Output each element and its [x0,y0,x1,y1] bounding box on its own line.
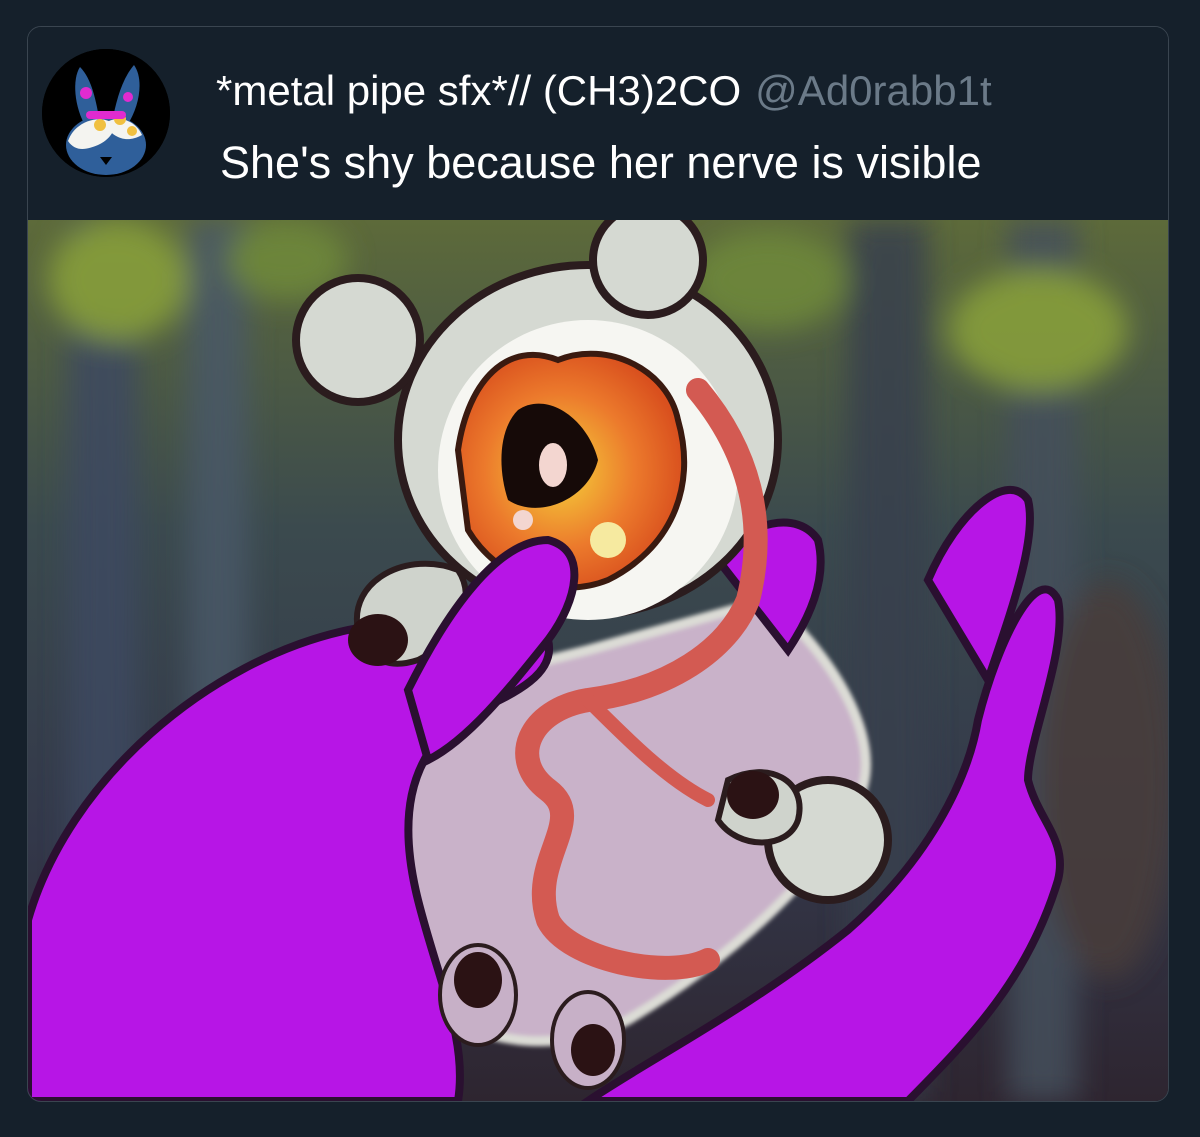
tweet-header: *metal pipe sfx*// (CH3)2CO @Ad0rabb1t Sh… [28,27,1168,220]
display-name[interactable]: *metal pipe sfx*// (CH3)2CO [216,67,741,114]
tweet-text: She's shy because her nerve is visible [220,137,982,188]
creature-in-hands-artwork [28,220,1168,1101]
bunny-avatar-icon [42,49,170,177]
tweet-card[interactable]: *metal pipe sfx*// (CH3)2CO @Ad0rabb1t Sh… [27,26,1169,1102]
author-line: *metal pipe sfx*// (CH3)2CO @Ad0rabb1t [216,65,992,117]
tweet-image[interactable] [28,220,1168,1101]
user-handle[interactable]: @Ad0rabb1t [755,67,991,114]
avatar[interactable] [42,49,170,177]
